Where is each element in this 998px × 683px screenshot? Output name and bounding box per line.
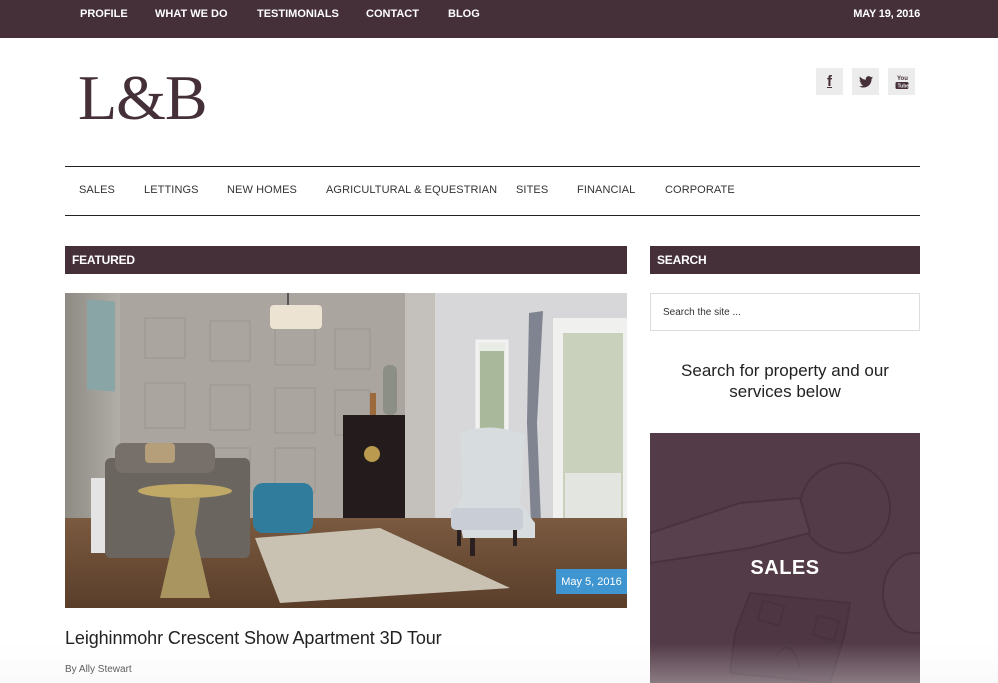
svg-text:Tube: Tube	[897, 83, 909, 89]
top-nav-contact[interactable]: CONTACT	[366, 8, 419, 20]
top-nav-what-we-do[interactable]: WHAT WE DO	[155, 8, 228, 20]
search-section-header: SEARCH	[650, 246, 920, 274]
featured-post-byline: By Ally Stewart	[65, 664, 132, 675]
facebook-button[interactable]: f	[816, 68, 843, 95]
current-date: MAY 19, 2016	[853, 8, 920, 20]
nav-lettings[interactable]: LETTINGS	[144, 184, 199, 196]
site-logo[interactable]: L&B	[78, 66, 208, 130]
twitter-button[interactable]	[852, 68, 879, 95]
youtube-icon: You Tube	[895, 76, 909, 89]
top-bar: PROFILE WHAT WE DO TESTIMONIALS CONTACT …	[0, 0, 998, 38]
nav-agricultural-equestrian[interactable]: AGRICULTURAL & EQUESTRIAN	[326, 184, 497, 196]
search-tagline: Search for property and our services bel…	[681, 361, 889, 401]
nav-financial[interactable]: FINANCIAL	[577, 184, 635, 196]
nav-sites[interactable]: SITES	[516, 184, 548, 196]
search-input[interactable]	[650, 293, 920, 331]
sales-tile[interactable]: SALES	[650, 433, 920, 683]
nav-new-homes[interactable]: NEW HOMES	[227, 184, 297, 196]
sales-tile-label: SALES	[750, 557, 820, 579]
featured-section-header: FEATURED	[65, 246, 627, 274]
youtube-button[interactable]: You Tube	[888, 68, 915, 95]
facebook-icon: f	[827, 73, 832, 90]
nav-sales[interactable]: SALES	[79, 184, 115, 196]
featured-post-title[interactable]: Leighinmohr Crescent Show Apartment 3D T…	[65, 628, 442, 649]
top-nav-profile[interactable]: PROFILE	[80, 8, 128, 20]
room-illustration	[65, 293, 627, 608]
main-nav: SALES LETTINGS NEW HOMES AGRICULTURAL & …	[65, 166, 920, 216]
svg-text:You: You	[897, 76, 908, 82]
featured-image[interactable]: May 5, 2016	[65, 293, 627, 608]
twitter-icon	[858, 75, 873, 88]
top-nav-testimonials[interactable]: TESTIMONIALS	[257, 8, 339, 20]
post-date-badge: May 5, 2016	[556, 569, 627, 594]
nav-corporate[interactable]: CORPORATE	[665, 184, 735, 196]
top-nav-blog[interactable]: BLOG	[448, 8, 480, 20]
